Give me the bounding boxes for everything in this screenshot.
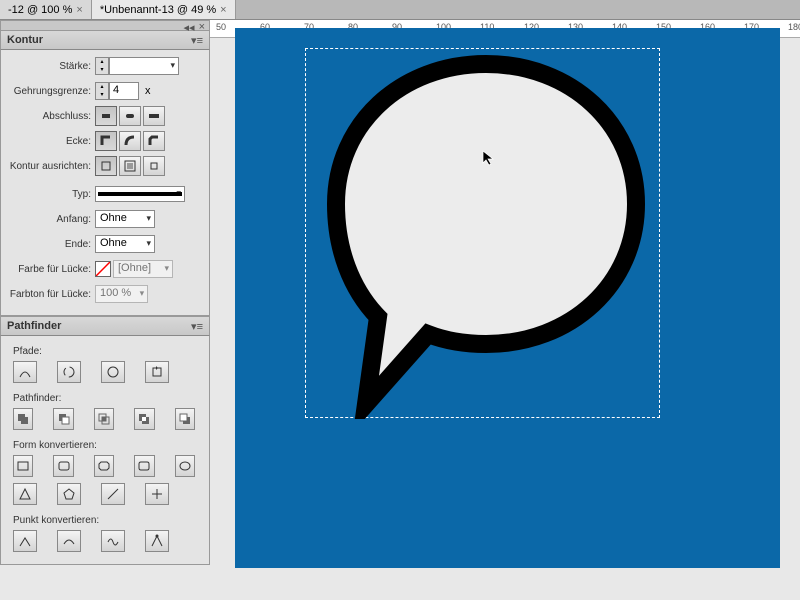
path-join-button[interactable]: [13, 361, 37, 383]
panel-title: Kontur: [7, 34, 43, 46]
join-bevel-button[interactable]: [143, 131, 165, 151]
punkt-label: Punkt konvertieren:: [13, 515, 197, 526]
form-label: Form konvertieren:: [13, 440, 197, 451]
tab-doc-13[interactable]: *Unbenannt-13 @ 49 % ×: [92, 0, 236, 19]
ruler-tick: 50: [216, 22, 226, 32]
ausrichten-label: Kontur ausrichten:: [5, 161, 95, 172]
gehrung-label: Gehrungsgrenze:: [5, 86, 95, 97]
document-tabs: -12 @ 100 % × *Unbenannt-13 @ 49 % ×: [0, 0, 800, 20]
shape-rounded-button[interactable]: [53, 455, 73, 477]
panel-dock: ◂◂ × Kontur ▾≡ Stärke: ▴▾ Gehrungsgrenze…: [0, 20, 210, 565]
join-miter-button[interactable]: [95, 131, 117, 151]
align-inside-button[interactable]: [119, 156, 141, 176]
collapse-icon[interactable]: ◂◂: [184, 21, 195, 30]
staerke-select[interactable]: [109, 57, 179, 75]
shape-orthogonal-button[interactable]: [145, 483, 169, 505]
gehrung-input[interactable]: 4: [109, 82, 139, 100]
panel-mini-controls: ◂◂ ×: [0, 20, 210, 30]
typ-label: Typ:: [5, 189, 95, 200]
gap-tint-select: 100 %: [95, 285, 148, 303]
panel-title: Pathfinder: [7, 320, 61, 332]
pathfinder-label: Pathfinder:: [13, 393, 197, 404]
gehrung-spinner[interactable]: ▴▾: [95, 82, 109, 100]
shape-triangle-button[interactable]: [13, 483, 37, 505]
panel-menu-icon[interactable]: ▾≡: [191, 34, 203, 47]
path-close-button[interactable]: [101, 361, 125, 383]
pfade-label: Pfade:: [13, 346, 197, 357]
staerke-label: Stärke:: [5, 61, 95, 72]
pf-minus-back-button[interactable]: [175, 408, 195, 430]
farbton-label: Farbton für Lücke:: [5, 289, 95, 300]
pathfinder-panel: Pfade: Pathfinder: Form konvertieren:: [0, 336, 210, 565]
start-arrow-select[interactable]: Ohne: [95, 210, 155, 228]
tab-label: *Unbenannt-13 @ 49 %: [100, 4, 216, 16]
farbe-luecke-label: Farbe für Lücke:: [5, 264, 95, 275]
workarea[interactable]: [215, 38, 800, 600]
point-plain-button[interactable]: [145, 530, 169, 552]
shape-inverse-button[interactable]: [134, 455, 154, 477]
tab-label: -12 @ 100 %: [8, 4, 72, 16]
close-icon[interactable]: ×: [76, 4, 82, 16]
selection-bounds[interactable]: [305, 48, 660, 418]
abschluss-label: Abschluss:: [5, 111, 95, 122]
pf-subtract-button[interactable]: [53, 408, 73, 430]
shape-rectangle-button[interactable]: [13, 455, 33, 477]
gehrung-suffix: x: [145, 85, 151, 97]
path-open-button[interactable]: [57, 361, 81, 383]
ende-label: Ende:: [5, 239, 95, 250]
point-smooth-button[interactable]: [57, 530, 81, 552]
ecke-label: Ecke:: [5, 136, 95, 147]
gap-color-select[interactable]: [Ohne]: [113, 260, 173, 278]
cap-butt-button[interactable]: [95, 106, 117, 126]
anfang-label: Anfang:: [5, 214, 95, 225]
speech-bubble-shape[interactable]: [306, 49, 661, 419]
shape-polygon-button[interactable]: [57, 483, 81, 505]
shape-line-button[interactable]: [101, 483, 125, 505]
shape-ellipse-button[interactable]: [175, 455, 195, 477]
end-arrow-select[interactable]: Ohne: [95, 235, 155, 253]
cap-projecting-button[interactable]: [143, 106, 165, 126]
align-outside-button[interactable]: [143, 156, 165, 176]
pathfinder-panel-header[interactable]: Pathfinder ▾≡: [0, 316, 210, 336]
cap-round-button[interactable]: [119, 106, 141, 126]
gap-color-swatch[interactable]: [95, 261, 111, 277]
join-round-button[interactable]: [119, 131, 141, 151]
close-icon[interactable]: ×: [199, 21, 205, 30]
point-corner-button[interactable]: [13, 530, 37, 552]
tab-doc-12[interactable]: -12 @ 100 % ×: [0, 0, 92, 19]
shape-beveled-button[interactable]: [94, 455, 114, 477]
kontur-panel: Stärke: ▴▾ Gehrungsgrenze: ▴▾ 4 x Abschl…: [0, 50, 210, 316]
point-symmetric-button[interactable]: [101, 530, 125, 552]
pf-add-button[interactable]: [13, 408, 33, 430]
align-center-button[interactable]: [95, 156, 117, 176]
staerke-spinner[interactable]: ▴▾: [95, 57, 109, 75]
close-icon[interactable]: ×: [220, 4, 226, 16]
path-reverse-button[interactable]: [145, 361, 169, 383]
ruler-tick: 180: [788, 22, 800, 32]
kontur-panel-header[interactable]: Kontur ▾≡: [0, 30, 210, 50]
canvas[interactable]: [235, 28, 780, 568]
pf-intersect-button[interactable]: [94, 408, 114, 430]
panel-menu-icon[interactable]: ▾≡: [191, 320, 203, 333]
stroke-type-select[interactable]: [95, 186, 185, 202]
pf-exclude-button[interactable]: [134, 408, 154, 430]
